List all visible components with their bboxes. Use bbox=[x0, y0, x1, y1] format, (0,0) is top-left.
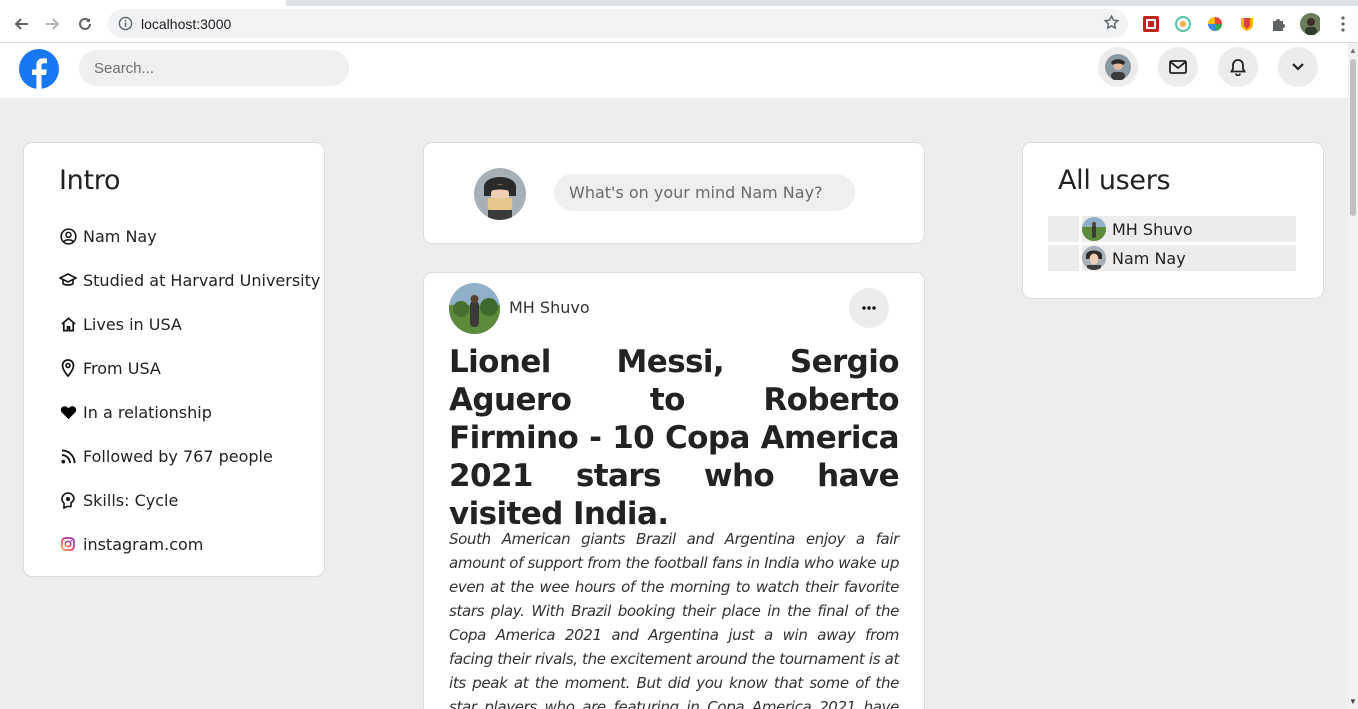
user-list-indent bbox=[1048, 245, 1079, 271]
profile-avatar-button[interactable] bbox=[1098, 47, 1138, 87]
page-scrollbar[interactable]: ▲ ▼ bbox=[1348, 43, 1358, 709]
intro-item-instagram[interactable]: instagram.com bbox=[59, 533, 203, 555]
browser-toolbar: localhost:3000 bbox=[0, 6, 1358, 43]
rss-icon bbox=[59, 447, 77, 465]
graduation-cap-icon bbox=[59, 271, 77, 289]
mail-icon[interactable] bbox=[1158, 47, 1198, 87]
intro-item-lives: Lives in USA bbox=[59, 313, 182, 335]
back-icon[interactable] bbox=[8, 12, 34, 36]
user-list-item[interactable]: Nam Nay bbox=[1048, 245, 1296, 271]
all-users-card: All users MH Shuvo Nam Nay bbox=[1022, 142, 1324, 299]
instagram-link[interactable]: instagram.com bbox=[83, 535, 203, 554]
more-options-button[interactable] bbox=[849, 288, 889, 328]
user-entry[interactable]: Nam Nay bbox=[1082, 245, 1296, 271]
user-name: MH Shuvo bbox=[1112, 219, 1193, 239]
intro-item-label: In a relationship bbox=[83, 402, 212, 422]
intro-item-label: Followed by 767 people bbox=[83, 446, 273, 466]
post-card: MH Shuvo Lionel Messi, Sergio Aguero to … bbox=[423, 272, 925, 709]
user-avatar bbox=[1082, 217, 1106, 241]
intro-item-label: Lives in USA bbox=[83, 314, 182, 334]
bookmark-star-icon[interactable] bbox=[1103, 14, 1120, 36]
user-list-item[interactable]: MH Shuvo bbox=[1048, 216, 1296, 242]
intro-item-label: Studied at Harvard University bbox=[83, 270, 321, 290]
user-avatar bbox=[1082, 246, 1106, 270]
bell-icon[interactable] bbox=[1218, 47, 1258, 87]
current-user-avatar[interactable] bbox=[474, 168, 526, 220]
forward-icon[interactable] bbox=[40, 12, 66, 36]
scrollbar-thumb[interactable] bbox=[1350, 59, 1356, 216]
intro-item-label: Skills: Cycle bbox=[83, 490, 179, 510]
intro-item-education: Studied at Harvard University bbox=[59, 269, 320, 291]
location-pin-icon bbox=[59, 359, 77, 377]
search-input[interactable] bbox=[79, 50, 349, 86]
all-users-title: All users bbox=[1058, 165, 1171, 196]
post-body: South American giants Brazil and Argenti… bbox=[449, 530, 899, 709]
user-name: Nam Nay bbox=[1112, 248, 1186, 268]
post-title: Lionel Messi, Sergio Aguero to Roberto F… bbox=[449, 344, 900, 532]
skills-icon bbox=[59, 491, 77, 509]
site-info-icon[interactable] bbox=[118, 16, 133, 36]
scroll-up-icon[interactable]: ▲ bbox=[1349, 46, 1357, 55]
intro-item-label: Nam Nay bbox=[83, 226, 157, 246]
post-author-avatar[interactable] bbox=[449, 283, 500, 334]
intro-item-skills: Skills: Cycle bbox=[59, 489, 178, 511]
home-icon bbox=[59, 315, 77, 333]
reload-icon[interactable] bbox=[72, 12, 98, 36]
post-author-name[interactable]: MH Shuvo bbox=[509, 298, 590, 317]
user-entry[interactable]: MH Shuvo bbox=[1082, 216, 1296, 242]
extension-icon[interactable] bbox=[1141, 14, 1161, 34]
facebook-logo-icon[interactable] bbox=[18, 48, 60, 90]
extension-icon[interactable] bbox=[1173, 14, 1193, 34]
heart-icon bbox=[59, 403, 77, 421]
intro-title: Intro bbox=[59, 165, 121, 196]
address-bar[interactable]: localhost:3000 bbox=[108, 9, 1128, 38]
intro-item-relationship: In a relationship bbox=[59, 401, 212, 423]
intro-item-followers: Followed by 767 people bbox=[59, 445, 273, 467]
app-header bbox=[0, 43, 1348, 98]
intro-card: Intro Nam Nay Studied at Harvard Univers… bbox=[23, 142, 325, 577]
browser-menu-icon[interactable] bbox=[1333, 14, 1353, 34]
color-picker-extension-icon[interactable] bbox=[1205, 14, 1225, 34]
intro-item-name: Nam Nay bbox=[59, 225, 157, 247]
chevron-down-icon[interactable] bbox=[1278, 47, 1318, 87]
profile-avatar[interactable] bbox=[1300, 13, 1320, 35]
ellipsis-icon bbox=[862, 306, 876, 310]
post-input[interactable] bbox=[554, 174, 855, 211]
url-text: localhost:3000 bbox=[141, 16, 232, 32]
scroll-down-icon[interactable]: ▼ bbox=[1349, 697, 1357, 706]
intro-item-from: From USA bbox=[59, 357, 161, 379]
user-circle-icon bbox=[59, 227, 77, 245]
intro-item-label: From USA bbox=[83, 358, 161, 378]
extensions-puzzle-icon[interactable] bbox=[1269, 14, 1289, 34]
shield-extension-icon[interactable] bbox=[1237, 14, 1257, 34]
instagram-icon bbox=[59, 535, 77, 553]
user-list-indent bbox=[1048, 216, 1079, 242]
post-composer bbox=[423, 142, 925, 244]
